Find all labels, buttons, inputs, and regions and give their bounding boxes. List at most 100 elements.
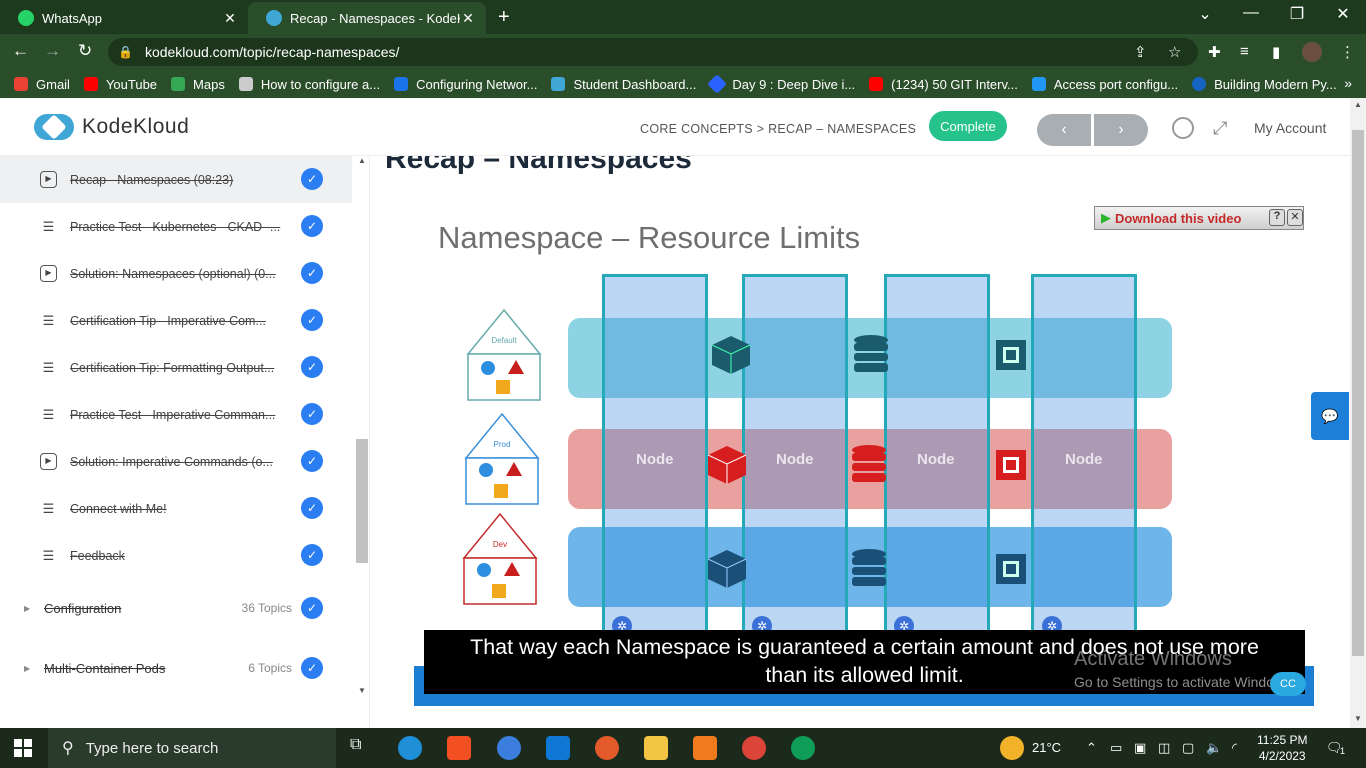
mail-icon[interactable] — [546, 736, 570, 760]
chat-widget-button[interactable]: 💬 — [1311, 392, 1349, 440]
lesson-item[interactable]: ☰ Feedback ✓ — [0, 532, 352, 579]
closed-captions-icon[interactable]: CC — [1270, 672, 1306, 696]
video-lesson-icon: ▶ — [40, 171, 57, 188]
side-panel-icon[interactable]: ▮ — [1272, 43, 1280, 61]
menu-kebab-icon[interactable]: ⋮ — [1340, 43, 1355, 61]
text-lesson-icon: ☰ — [42, 501, 55, 516]
tab-kodekloud[interactable]: Recap - Namespaces - KodeKloud ✕ — [248, 2, 486, 34]
url-text: kodekloud.com/topic/recap-namespaces/ — [144, 44, 400, 60]
page-scrollbar[interactable]: ▲ ▼ — [1350, 98, 1366, 728]
chrome-profile-icon[interactable] — [791, 736, 815, 760]
scroll-down-icon[interactable]: ▼ — [1354, 714, 1362, 723]
back-icon[interactable]: ← — [12, 41, 29, 61]
file-explorer-icon[interactable] — [644, 736, 668, 760]
topic-count: 6 Topics — [248, 661, 292, 675]
site-icon — [238, 77, 253, 91]
scroll-down-icon[interactable]: ▼ — [358, 686, 366, 695]
bookmark-student-dashboard[interactable]: Student Dashboard... — [551, 77, 696, 92]
previous-lesson-button[interactable]: ‹ — [1037, 114, 1091, 146]
profile-avatar[interactable] — [1302, 42, 1322, 62]
scroll-up-icon[interactable]: ▲ — [358, 156, 366, 165]
close-tab-icon[interactable]: ✕ — [460, 10, 476, 27]
bookmark-youtube[interactable]: YouTube — [83, 77, 157, 92]
bookmark-maps[interactable]: Maps — [171, 77, 225, 92]
bookmark-how-to-configure[interactable]: How to configure a... — [238, 77, 380, 92]
weather-icon[interactable] — [1000, 736, 1024, 760]
microsoft-store-icon[interactable] — [447, 736, 471, 760]
address-toolbar: ← → ↻ 🔒 kodekloud.com/topic/recap-namesp… — [0, 34, 1366, 70]
logo-cloud-icon — [34, 114, 74, 140]
completed-check-icon: ✓ — [301, 168, 323, 190]
bookmark-star-icon[interactable]: ☆ — [1168, 43, 1181, 61]
network-icon[interactable]: ▣ — [1134, 740, 1146, 756]
app-icon[interactable] — [693, 736, 717, 760]
kodekloud-logo[interactable]: KodeKloud — [34, 114, 189, 140]
lesson-item[interactable]: ▶ Solution: Namespaces (optional) (0... … — [0, 250, 352, 297]
scrollbar-thumb[interactable] — [1352, 130, 1364, 656]
section-multi-container-pods[interactable]: ▶ Multi-Container Pods 6 Topics ✓ — [0, 648, 352, 688]
sidebar-scrollbar[interactable]: ▲ ▼ — [355, 156, 369, 728]
lesson-item[interactable]: ☰ Connect with Me! ✓ — [0, 485, 352, 532]
my-account-link[interactable]: My Account — [1254, 120, 1326, 136]
lesson-item[interactable]: ☰ Certification Tip - Imperative Com... … — [0, 297, 352, 344]
weather-temp[interactable]: 21°C — [1032, 740, 1061, 755]
completed-check-icon: ✓ — [301, 497, 323, 519]
share-icon[interactable]: ⇪ — [1134, 43, 1147, 61]
tab-search-icon[interactable]: ⌄ — [1182, 4, 1228, 24]
taskbar-clock[interactable]: 11:25 PM 4/2/2023 — [1257, 732, 1307, 764]
diamond-icon — [707, 74, 728, 94]
search-icon: ⚲ — [62, 740, 74, 757]
help-icon[interactable]: ? — [1269, 209, 1285, 226]
forward-icon[interactable]: → — [44, 41, 61, 61]
bookmark-gmail[interactable]: Gmail — [14, 77, 70, 92]
app-icon[interactable] — [595, 736, 619, 760]
video-player[interactable]: Namespace – Resource Limits ▶ Download t… — [414, 198, 1314, 706]
bookmark-day9[interactable]: Day 9 : Deep Dive i... — [707, 74, 855, 94]
show-hidden-icons[interactable]: ⌃ — [1086, 740, 1097, 756]
fullscreen-icon[interactable]: ⤢ — [1213, 118, 1227, 139]
extensions-icon[interactable]: ✚ — [1208, 43, 1221, 61]
bookmark-access-port[interactable]: Access port configu... — [1031, 77, 1178, 92]
lesson-item[interactable]: ☰ Practice Test - Imperative Comman... ✓ — [0, 391, 352, 438]
bookmark-configuring-network[interactable]: Configuring Networ... — [394, 77, 537, 92]
taskbar-search-box[interactable]: ⚲ Type here to search — [48, 728, 336, 768]
chrome-icon[interactable] — [742, 736, 766, 760]
bookmark-git-interview[interactable]: (1234) 50 GIT Interv... — [869, 77, 1018, 92]
next-lesson-button[interactable]: › — [1094, 114, 1148, 146]
scrollbar-thumb[interactable] — [356, 439, 368, 563]
lesson-item[interactable]: ☰ Certification Tip: Formatting Output..… — [0, 344, 352, 391]
section-configuration[interactable]: ▶ Configuration 36 Topics ✓ — [0, 588, 352, 628]
edge-icon[interactable] — [398, 736, 422, 760]
reload-icon[interactable]: ↻ — [78, 41, 92, 61]
display-icon[interactable]: ▢ — [1182, 740, 1194, 756]
new-tab-icon[interactable]: + — [498, 6, 510, 29]
page-content: KodeKloud CORE CONCEPTS > RECAP – NAMESP… — [0, 98, 1366, 728]
bookmark-building-modern[interactable]: Building Modern Py... — [1192, 77, 1337, 92]
close-tab-icon[interactable]: ✕ — [222, 10, 238, 27]
complete-button[interactable]: Complete — [929, 111, 1007, 141]
close-icon[interactable]: ✕ — [1287, 209, 1303, 226]
minimize-icon[interactable]: — — [1228, 4, 1274, 22]
download-video-button[interactable]: ▶ Download this video ? ✕ — [1094, 206, 1304, 230]
reading-list-icon[interactable]: ≡ — [1240, 43, 1249, 60]
skype-icon[interactable] — [497, 736, 521, 760]
expand-caret-icon[interactable]: ▶ — [24, 664, 30, 673]
scroll-up-icon[interactable]: ▲ — [1354, 100, 1362, 109]
battery-icon[interactable]: ▭ — [1110, 740, 1122, 756]
close-window-icon[interactable]: ✕ — [1320, 4, 1366, 24]
restore-icon[interactable]: ❐ — [1274, 4, 1320, 24]
dark-mode-toggle-icon[interactable] — [1172, 117, 1194, 139]
url-bar[interactable]: 🔒 kodekloud.com/topic/recap-namespaces/ — [108, 38, 1198, 66]
lesson-item[interactable]: ▶ Recap - Namespaces (08:23) ✓ — [0, 156, 352, 203]
lesson-item[interactable]: ▶ Solution: Imperative Commands (o... ✓ — [0, 438, 352, 485]
volume-icon[interactable]: 🔈 — [1206, 740, 1222, 756]
windows-start-icon[interactable] — [14, 739, 32, 757]
wifi-icon[interactable]: ◜ — [1232, 740, 1237, 756]
task-view-icon[interactable]: ⧉ — [350, 736, 374, 760]
device-icon[interactable]: ◫ — [1158, 740, 1170, 756]
activate-windows-subtext: Go to Settings to activate Windows. — [1074, 674, 1295, 690]
lesson-item[interactable]: ☰ Practice Test - Kubernetes - CKAD -...… — [0, 203, 352, 250]
tab-whatsapp[interactable]: WhatsApp ✕ — [0, 2, 248, 34]
more-bookmarks-icon[interactable]: » — [1344, 75, 1352, 91]
expand-caret-icon[interactable]: ▶ — [24, 604, 30, 613]
